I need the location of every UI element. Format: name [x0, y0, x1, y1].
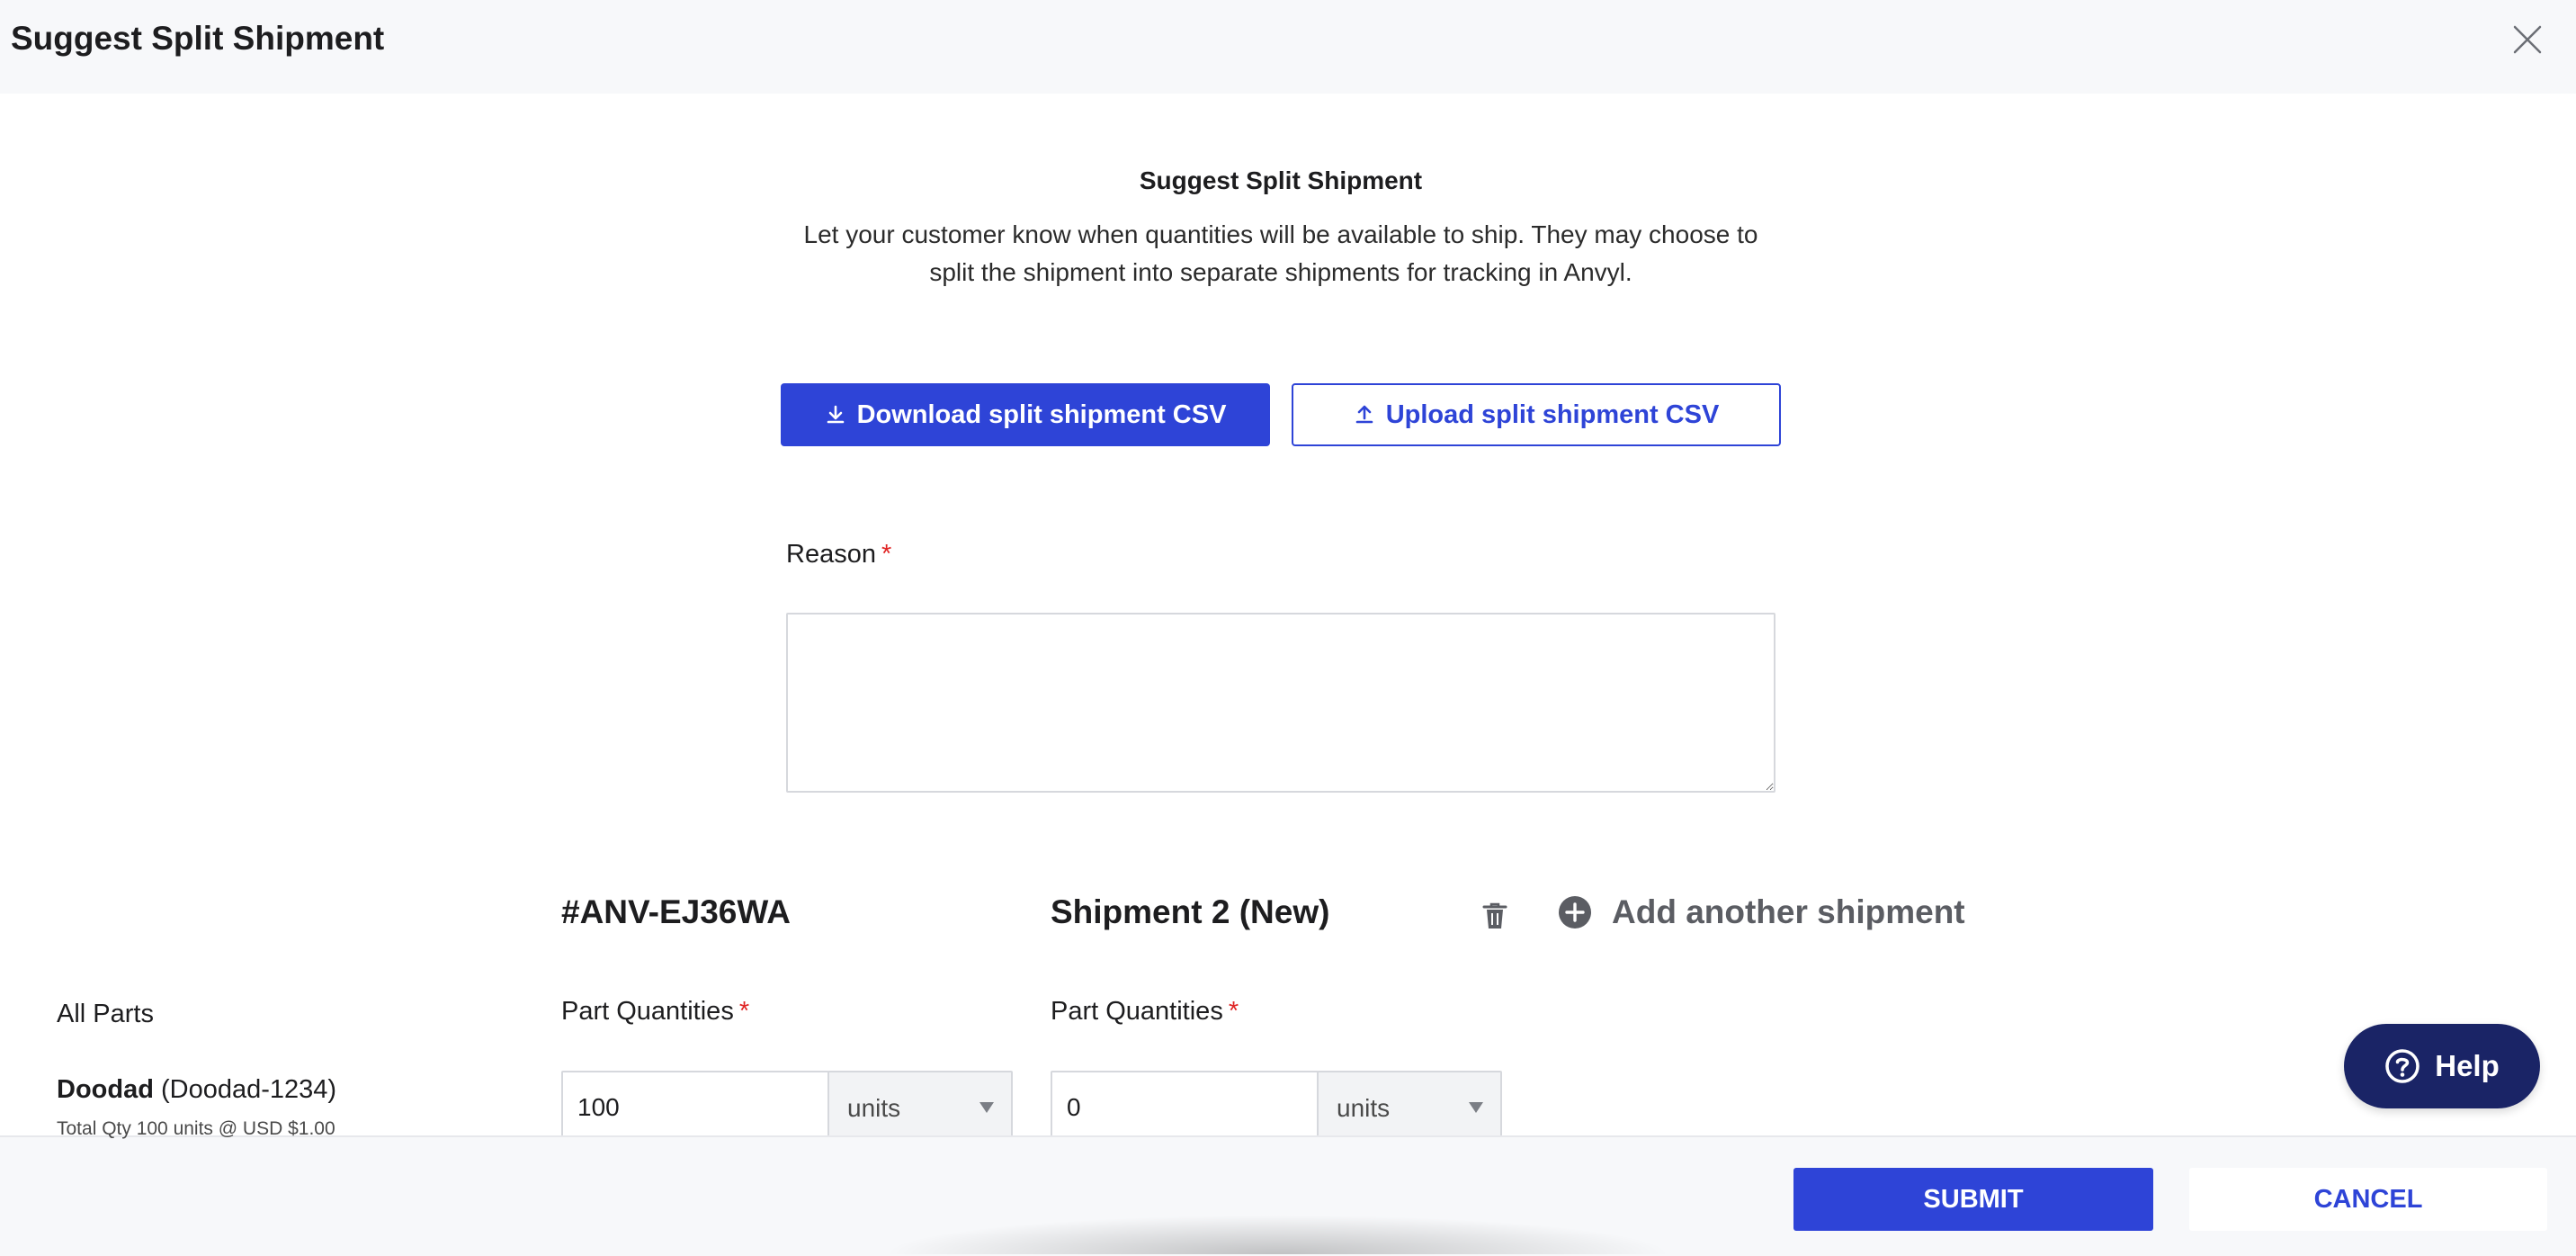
- required-mark: *: [881, 540, 892, 569]
- download-icon: [825, 404, 846, 426]
- caret-down-icon: [979, 1101, 995, 1114]
- intro-description: Let your customer know when quantities w…: [803, 220, 1758, 286]
- shipment1-quantities-text: Part Quantities: [561, 997, 734, 1026]
- shipment2-quantities-text: Part Quantities: [1051, 997, 1223, 1026]
- part-name-text: Doodad: [57, 1075, 154, 1104]
- help-button[interactable]: Help: [2344, 1024, 2540, 1108]
- reason-textarea[interactable]: [786, 613, 1775, 793]
- caret-down-icon: [1468, 1101, 1484, 1114]
- help-label: Help: [2435, 1049, 2500, 1082]
- shipment1-quantities-label: Part Quantities *: [561, 997, 749, 1027]
- required-mark: *: [1228, 997, 1239, 1026]
- download-csv-button[interactable]: Download split shipment CSV: [781, 383, 1270, 446]
- shipment2-unit-value: units: [1337, 1094, 1391, 1122]
- add-shipment-label: Add another shipment: [1612, 893, 1965, 930]
- modal-header: Suggest Split Shipment: [0, 0, 2576, 94]
- section-title: Suggest Split Shipment: [1139, 166, 1423, 194]
- shipment1-unit-value: units: [847, 1094, 901, 1122]
- submit-button[interactable]: SUBMIT: [1793, 1168, 2153, 1231]
- reason-label-text: Reason: [786, 540, 876, 569]
- part-sku: (Doodad-1234): [161, 1075, 337, 1104]
- cancel-button[interactable]: CANCEL: [2189, 1168, 2547, 1231]
- upload-csv-label: Upload split shipment CSV: [1385, 399, 1720, 429]
- footer-shadow: [881, 1215, 1673, 1254]
- original-shipment-id: #ANV-EJ36WA: [561, 893, 791, 930]
- question-circle-icon: [2384, 1048, 2420, 1084]
- part-meta: Total Qty 100 units @ USD $1.00: [57, 1118, 335, 1139]
- shipment2-qty-input[interactable]: [1051, 1071, 1319, 1144]
- plus-circle-icon: [1558, 895, 1592, 929]
- shipment2-unit-select[interactable]: units: [1317, 1071, 1502, 1144]
- upload-icon: [1354, 404, 1375, 426]
- shipment1-qty-input[interactable]: [561, 1071, 829, 1144]
- add-shipment-button[interactable]: Add another shipment: [1558, 893, 1965, 931]
- required-mark: *: [738, 997, 750, 1026]
- part-name: Doodad (Doodad-1234): [57, 1075, 336, 1105]
- reason-label: Reason *: [786, 540, 891, 570]
- close-icon[interactable]: [2511, 23, 2544, 56]
- download-csv-label: Download split shipment CSV: [856, 399, 1227, 429]
- trash-icon[interactable]: [1482, 902, 1507, 930]
- upload-csv-button[interactable]: Upload split shipment CSV: [1292, 383, 1781, 446]
- modal-title: Suggest Split Shipment: [11, 20, 385, 57]
- shipment2-quantities-label: Part Quantities *: [1051, 997, 1239, 1027]
- new-shipment-title: Shipment 2 (New): [1051, 893, 1330, 930]
- all-parts-header: All Parts: [57, 1000, 154, 1028]
- shipment1-unit-select[interactable]: units: [827, 1071, 1013, 1144]
